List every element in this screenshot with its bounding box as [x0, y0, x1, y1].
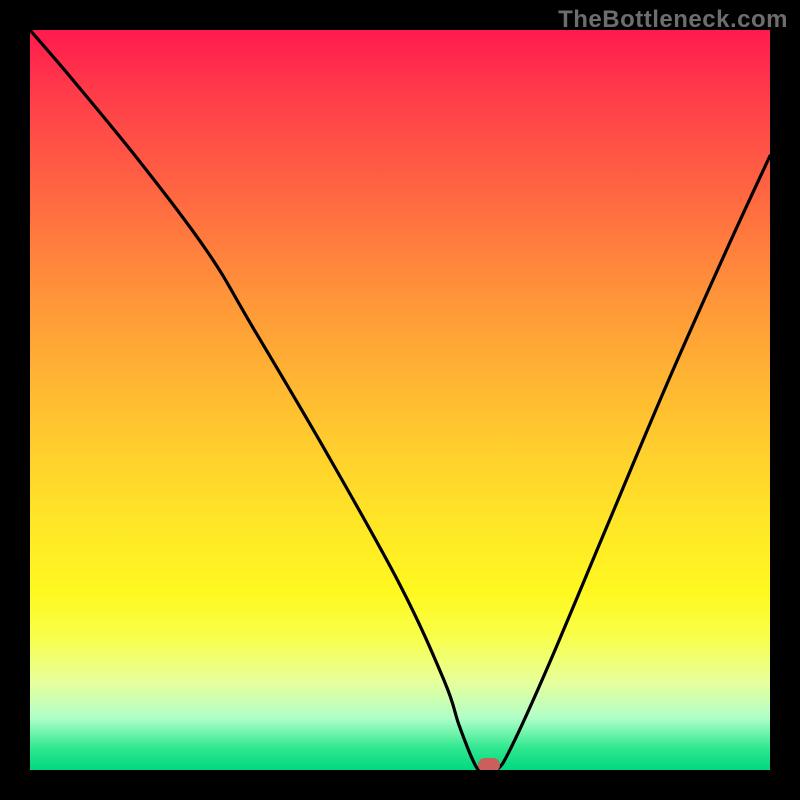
optimum-marker [478, 758, 500, 770]
watermark-text: TheBottleneck.com [558, 6, 788, 34]
bottleneck-curve [30, 30, 770, 770]
chart-frame: TheBottleneck.com [0, 0, 800, 800]
plot-area [30, 30, 770, 770]
